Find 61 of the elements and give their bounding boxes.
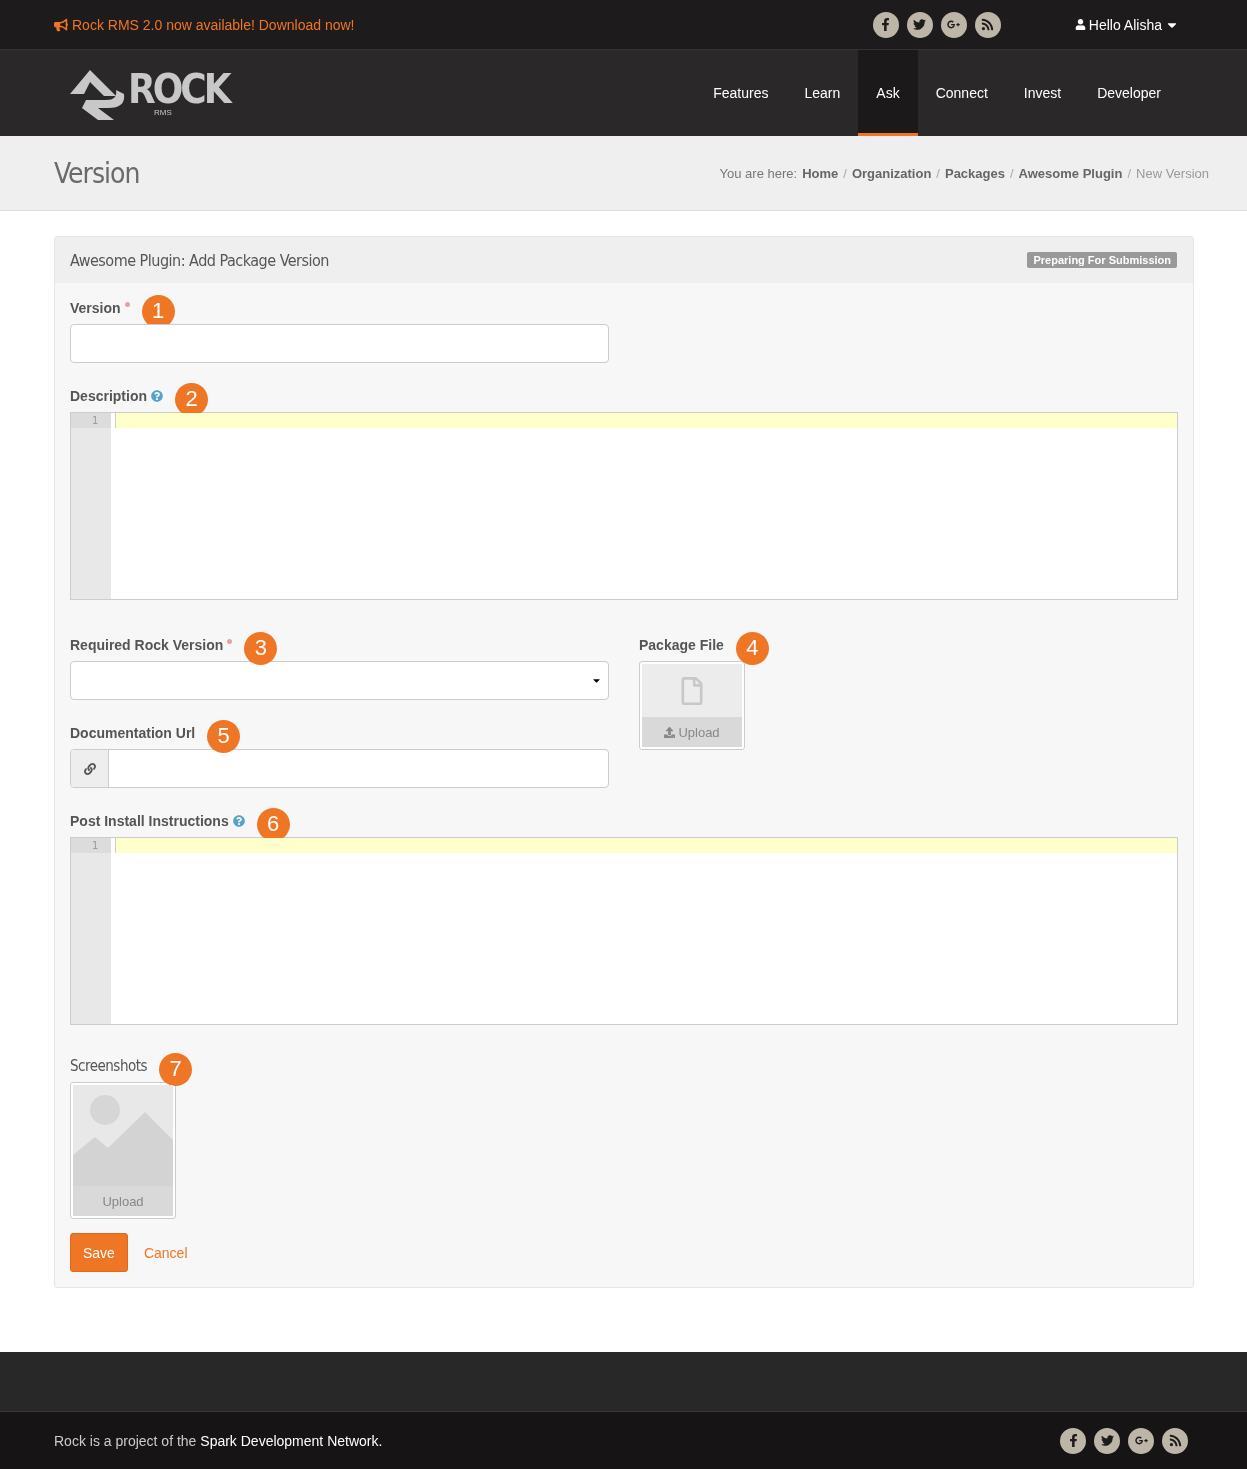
callout-badge: 7 xyxy=(159,1052,193,1086)
cancel-link[interactable]: Cancel xyxy=(143,1244,188,1261)
callout-badge: 3 xyxy=(244,631,278,665)
callout-badge: 6 xyxy=(256,807,290,841)
field-label: Package File xyxy=(639,637,724,653)
help-icon[interactable] xyxy=(232,815,245,827)
breadcrumb-separator: / xyxy=(1009,165,1014,181)
twitter-icon[interactable] xyxy=(906,11,933,38)
line-number: 1 xyxy=(71,413,111,428)
megaphone-icon xyxy=(54,17,68,32)
nav-link[interactable]: Invest xyxy=(1005,50,1080,136)
rss-icon[interactable] xyxy=(1162,1427,1188,1454)
announcement-link[interactable]: Rock RMS 2.0 now available! Download now! xyxy=(54,16,355,33)
breadcrumb-separator: / xyxy=(1127,165,1131,181)
select-field[interactable] xyxy=(70,661,609,700)
line-number: 1 xyxy=(71,838,111,853)
breadcrumb-prefix: You are here: xyxy=(719,165,798,181)
breadcrumb-link[interactable]: Awesome Plugin xyxy=(1018,165,1123,181)
save-button[interactable]: Save xyxy=(70,1233,128,1272)
nav-link[interactable]: Ask xyxy=(858,50,918,136)
rss-icon[interactable] xyxy=(974,11,1001,38)
breadcrumb-link[interactable]: Packages xyxy=(944,165,1005,181)
breadcrumb-current[interactable]: New Version xyxy=(1136,165,1209,181)
logo-text: ROCK xyxy=(128,69,229,108)
user-menu[interactable]: Hello Alisha xyxy=(1074,16,1179,33)
facebook-icon[interactable] xyxy=(872,11,899,38)
status-label: Preparing For Submission xyxy=(1027,252,1177,268)
help-icon[interactable] xyxy=(151,390,163,402)
breadcrumb-link[interactable]: Organization xyxy=(851,165,932,181)
upload-button[interactable]: Upload xyxy=(642,717,742,747)
googleplus-icon[interactable] xyxy=(1128,1427,1154,1454)
nav-link[interactable]: Features xyxy=(695,50,787,136)
logo-subtext: RMS xyxy=(154,107,172,117)
callout-badge: 2 xyxy=(175,382,208,416)
user-icon xyxy=(1074,19,1086,30)
url-field[interactable] xyxy=(70,749,609,788)
breadcrumb-separator: / xyxy=(843,165,847,181)
footer-link[interactable]: Spark Development Network. xyxy=(200,1432,383,1449)
field-label: Post Install Instructions xyxy=(70,813,229,829)
upload-button[interactable]: Upload xyxy=(73,1186,173,1216)
footer-text: Rock is a project of the Spark Development Network. xyxy=(54,1432,383,1449)
breadcrumb-separator: / xyxy=(936,165,940,181)
upload-icon xyxy=(664,726,676,738)
callout-badge: 5 xyxy=(207,719,241,753)
version-field[interactable] xyxy=(70,324,609,363)
breadcrumb-link[interactable]: Home xyxy=(802,165,839,181)
callout-badge: 4 xyxy=(735,631,769,665)
googleplus-icon[interactable] xyxy=(940,11,967,38)
field-label: Screenshots xyxy=(70,1057,148,1075)
link-icon xyxy=(83,762,96,775)
field-label: Documentation Url xyxy=(70,725,196,741)
twitter-icon[interactable] xyxy=(1094,1427,1120,1454)
field-label: Required Rock Version xyxy=(70,637,224,653)
page-title: Version xyxy=(54,156,140,190)
field-label: Version xyxy=(70,300,121,316)
facebook-icon[interactable] xyxy=(1060,1427,1086,1454)
field-label: Description xyxy=(70,388,147,404)
nav-link[interactable]: Developer xyxy=(1079,50,1179,136)
nav-link[interactable]: Connect xyxy=(917,50,1006,136)
nav-link[interactable]: Learn xyxy=(786,50,859,136)
panel-title: Awesome Plugin: Add Package Version xyxy=(70,250,329,270)
